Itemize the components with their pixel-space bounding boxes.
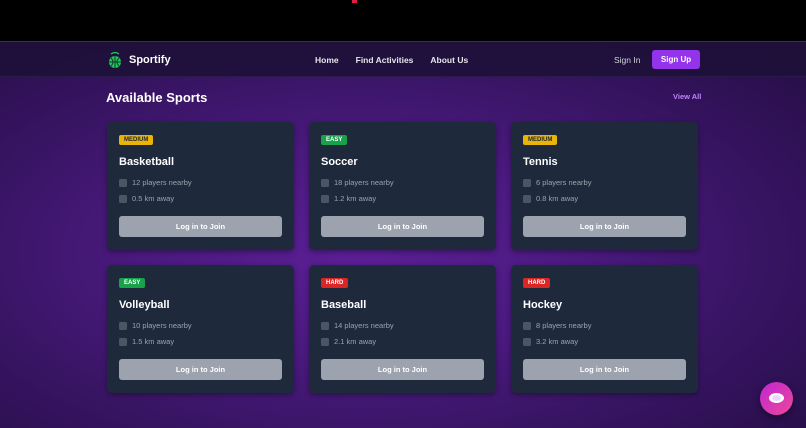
distance-row: 1.5 km away [119,337,174,346]
difficulty-badge: EASY [321,135,348,145]
players-count: 14 players nearby [334,321,394,330]
users-icon [523,321,531,330]
nav-about-us-link[interactable]: About Us [430,55,468,65]
difficulty-badge: MEDIUM [523,135,558,145]
login-to-join-button[interactable]: Log in to Join [119,359,282,380]
players-row: 12 players nearby [119,178,192,187]
distance-text: 2.1 km away [334,337,377,346]
sport-title: Tennis [523,156,558,168]
nav-find-activities-link[interactable]: Find Activities [356,55,414,65]
top-marker [352,0,357,3]
players-row: 8 players nearby [523,321,591,330]
players-count: 6 players nearby [536,178,592,187]
players-count: 10 players nearby [132,321,192,330]
location-pin-icon [321,194,329,203]
players-row: 6 players nearby [523,178,591,187]
login-to-join-button[interactable]: Log in to Join [119,216,282,237]
nav-home-link[interactable]: Home [315,55,339,65]
difficulty-badge: EASY [119,278,146,288]
sport-card-basketball: MEDIUM Basketball 12 players nearby 0.5 … [107,122,294,250]
distance-row: 3.2 km away [523,337,578,346]
sport-card-volleyball: EASY Volleyball 10 players nearby 1.5 km… [107,265,294,393]
location-pin-icon [523,194,531,203]
sport-card-hockey: HARD Hockey 8 players nearby 3.2 km away… [511,265,698,393]
difficulty-badge: MEDIUM [119,135,154,145]
sport-title: Volleyball [119,299,170,311]
players-row: 14 players nearby [321,321,394,330]
section-title: Available Sports [106,90,208,105]
users-icon [523,178,531,187]
chat-bubble-inner [772,395,781,401]
login-to-join-button[interactable]: Log in to Join [523,216,686,237]
distance-row: 2.1 km away [321,337,376,346]
navbar: Sportify Home Find Activities About Us S… [0,41,806,77]
location-pin-icon [321,337,329,346]
chat-button[interactable] [760,382,793,415]
users-icon [321,321,329,330]
distance-text: 1.2 km away [334,194,377,203]
users-icon [321,178,329,187]
sport-card-baseball: HARD Baseball 14 players nearby 2.1 km a… [309,265,496,393]
location-pin-icon [119,337,127,346]
view-all-link[interactable]: View All [673,92,701,101]
users-icon [119,321,127,330]
users-icon [119,178,127,187]
login-to-join-button[interactable]: Log in to Join [523,359,686,380]
sports-grid: MEDIUM Basketball 12 players nearby 0.5 … [107,122,698,393]
sportify-logo-icon [109,51,121,68]
login-to-join-button[interactable]: Log in to Join [321,359,484,380]
players-count: 12 players nearby [132,178,192,187]
sport-title: Hockey [523,299,563,311]
distance-text: 1.5 km away [132,337,175,346]
players-count: 18 players nearby [334,178,394,187]
difficulty-badge: HARD [321,278,349,288]
location-pin-icon [523,337,531,346]
sport-card-soccer: EASY Soccer 18 players nearby 1.2 km awa… [309,122,496,250]
distance-row: 0.8 km away [523,194,578,203]
sport-title: Baseball [321,299,367,311]
app-container: Sportify Home Find Activities About Us S… [0,41,806,428]
sport-title: Soccer [321,156,358,168]
distance-text: 3.2 km away [536,337,579,346]
distance-row: 1.2 km away [321,194,376,203]
distance-row: 0.5 km away [119,194,174,203]
difficulty-badge: HARD [523,278,551,288]
sign-in-link[interactable]: Sign In [614,55,640,65]
distance-text: 0.8 km away [536,194,579,203]
location-pin-icon [119,194,127,203]
nav-links: Home Find Activities About Us [315,55,468,65]
players-row: 18 players nearby [321,178,394,187]
sign-up-button[interactable]: Sign Up [652,50,700,69]
top-bar [0,0,806,41]
players-row: 10 players nearby [119,321,192,330]
sport-card-tennis: MEDIUM Tennis 6 players nearby 0.8 km aw… [511,122,698,250]
players-count: 8 players nearby [536,321,592,330]
sport-title: Basketball [119,156,175,168]
login-to-join-button[interactable]: Log in to Join [321,216,484,237]
brand-name: Sportify [129,54,171,66]
distance-text: 0.5 km away [132,194,175,203]
brand[interactable]: Sportify [108,51,171,69]
